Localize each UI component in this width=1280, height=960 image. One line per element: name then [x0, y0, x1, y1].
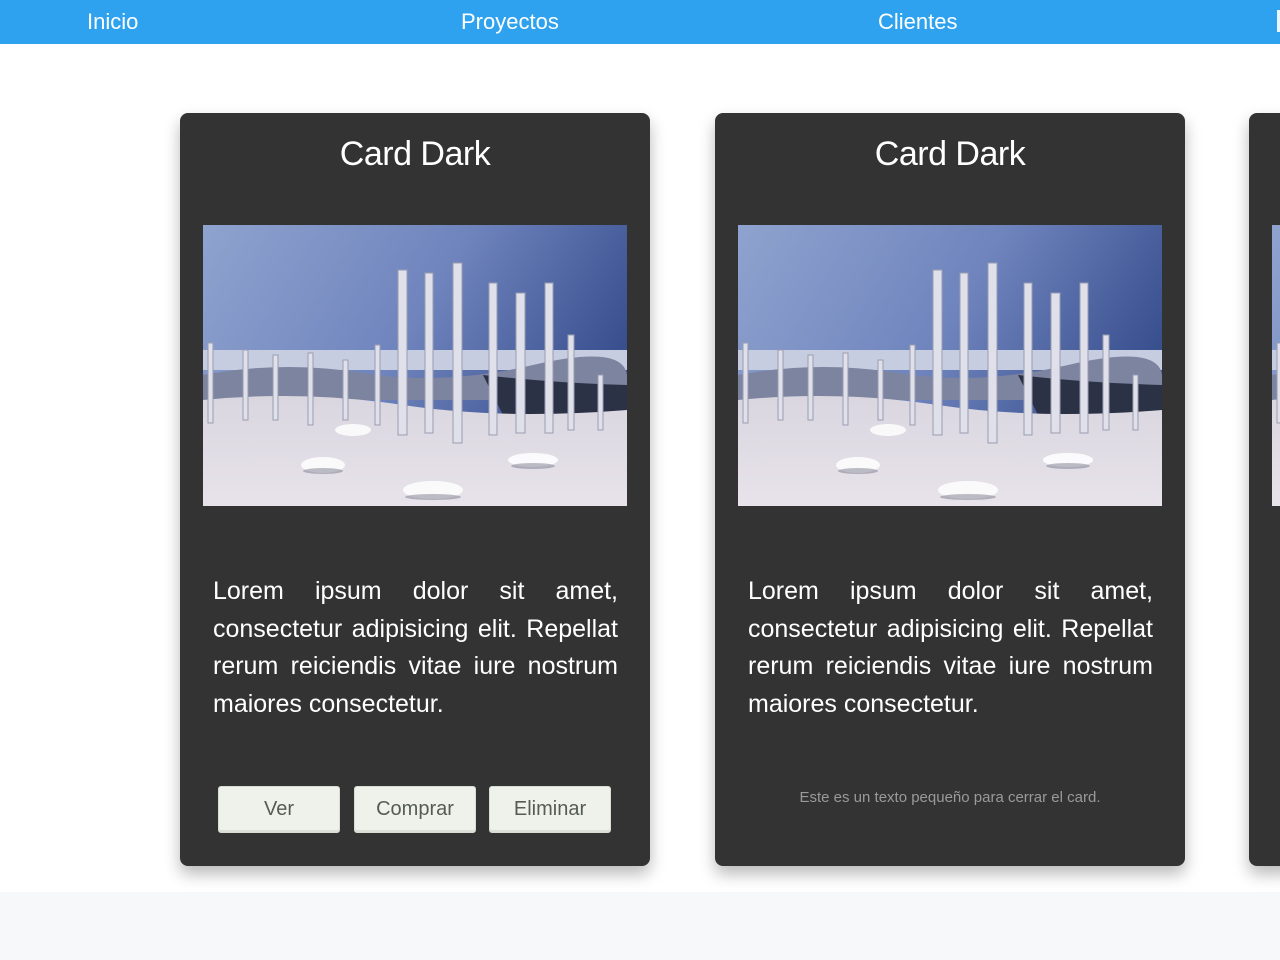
- nav-inicio[interactable]: Inicio: [87, 9, 138, 35]
- card-dark-1: Card Dark Lorem ipsum dolor sit amet, co…: [180, 113, 650, 866]
- snowy-forest-image: [1272, 225, 1280, 506]
- card-dark-2: Card Dark Lorem ipsum dolor sit amet, co…: [715, 113, 1185, 866]
- card-body-text: Lorem ipsum dolor sit amet, consectetur …: [748, 577, 1153, 718]
- comprar-button[interactable]: Comprar: [354, 786, 476, 833]
- card-title: Card Dark: [874, 135, 1026, 173]
- card-title: Card Dark: [339, 135, 491, 173]
- footer-band: [0, 892, 1280, 960]
- snowy-forest-image: [738, 225, 1162, 506]
- card-dark-3-partial: [1249, 113, 1280, 866]
- card-body-text: Lorem ipsum dolor sit amet, consectetur …: [213, 577, 618, 718]
- nav-proyectos[interactable]: Proyectos: [461, 9, 559, 35]
- snowy-forest-image: [203, 225, 627, 506]
- eliminar-button[interactable]: Eliminar: [489, 786, 611, 833]
- top-navbar: Inicio Proyectos Clientes: [0, 0, 1280, 44]
- card-footer-text: Este es un texto pequeño para cerrar el …: [799, 789, 1101, 806]
- nav-clientes[interactable]: Clientes: [878, 9, 957, 35]
- ver-button[interactable]: Ver: [218, 786, 340, 833]
